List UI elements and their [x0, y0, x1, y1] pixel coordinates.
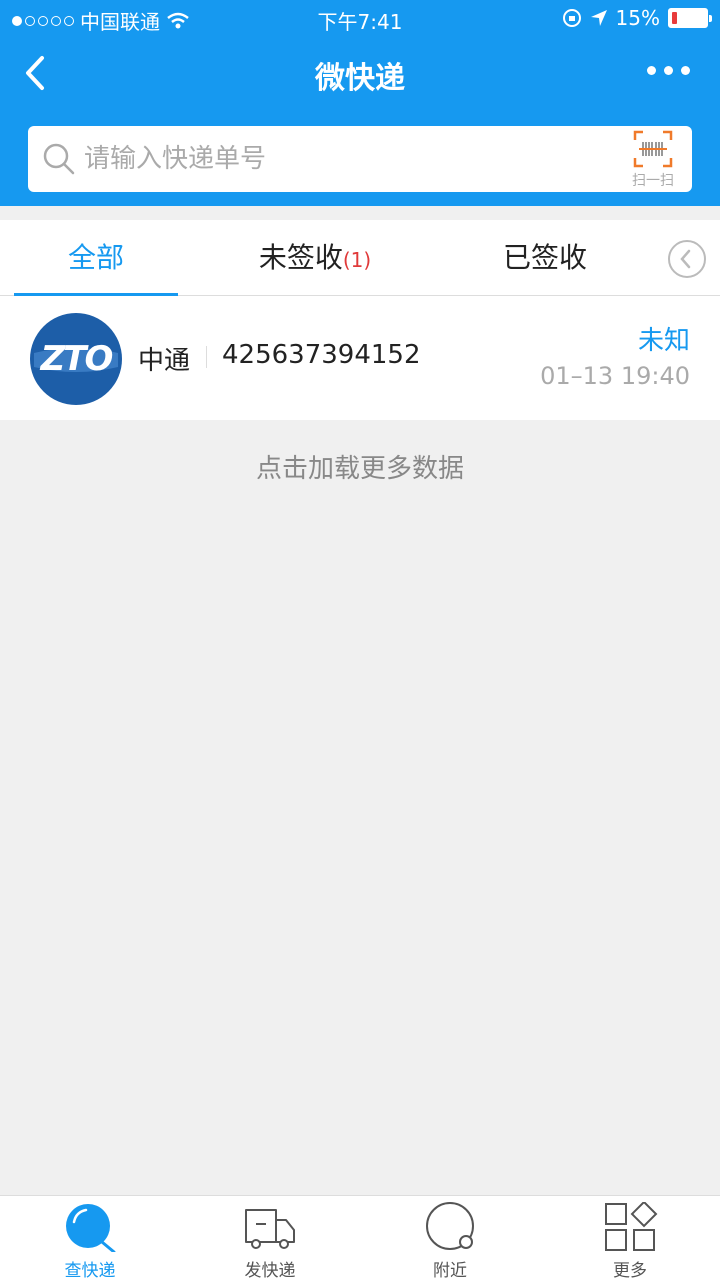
- load-more-button[interactable]: 点击加载更多数据: [0, 448, 720, 485]
- search-bar: 扫一扫: [28, 126, 692, 192]
- delivery-status: 未知: [637, 326, 690, 356]
- divider: [206, 346, 207, 368]
- unsigned-count-badge: (1): [342, 248, 372, 272]
- filter-tabs: 全部 未签收(1) 已签收: [0, 220, 720, 296]
- bottom-nav: 查快递 发快递 附近 更多: [0, 1195, 720, 1280]
- bottom-nav-label: 更多: [613, 1261, 647, 1280]
- battery-percent: 15%: [615, 6, 660, 30]
- bottom-nav-track[interactable]: 查快递: [0, 1196, 180, 1280]
- scan-label: 扫一扫: [632, 173, 674, 189]
- tab-all-label: 全部: [67, 241, 124, 274]
- bottom-nav-nearby[interactable]: 附近: [360, 1196, 540, 1280]
- tab-signed[interactable]: 已签收: [470, 220, 620, 296]
- bottom-nav-label: 发快递: [244, 1261, 296, 1280]
- location-icon: [590, 10, 607, 26]
- chevron-left-icon: [680, 249, 691, 269]
- search-icon: [43, 143, 75, 175]
- header: 中国联通 下午7:41 15% 微快递 请输入快递单号 扫一扫: [0, 0, 720, 206]
- tab-unsigned[interactable]: 未签收(1): [230, 220, 400, 296]
- bottom-nav-send[interactable]: 发快递: [180, 1196, 360, 1280]
- scan-button[interactable]: 扫一扫: [628, 130, 678, 189]
- item-timestamp: 01–13 19:40: [540, 362, 690, 390]
- grid-icon: [605, 1202, 658, 1251]
- bottom-nav-more[interactable]: 更多: [540, 1196, 720, 1280]
- rotation-lock-icon: [562, 9, 581, 27]
- tracking-number-input[interactable]: [84, 126, 604, 192]
- search-icon: [66, 1204, 116, 1252]
- list-item[interactable]: ZTO 中通 425637394152 未知 01–13 19:40: [0, 296, 720, 420]
- tab-signed-label: 已签收: [502, 241, 587, 274]
- courier-logo: ZTO: [30, 313, 122, 405]
- courier-name: 中通: [138, 346, 191, 376]
- courier-logo-text: ZTO: [40, 339, 114, 379]
- battery-icon: [668, 8, 712, 28]
- status-right: 15%: [562, 6, 712, 30]
- tab-all[interactable]: 全部: [14, 220, 178, 296]
- tabs-scroll-left-button[interactable]: [668, 240, 706, 278]
- page-title: 微快递: [315, 61, 405, 96]
- barcode-scan-icon: [633, 130, 673, 168]
- tracking-number: 425637394152: [222, 340, 421, 370]
- tab-unsigned-label: 未签收: [258, 241, 343, 274]
- truck-icon: [245, 1209, 295, 1249]
- nearby-icon: [426, 1202, 474, 1250]
- bottom-nav-label: 附近: [433, 1261, 467, 1280]
- status-bar: 中国联通 下午7:41 15%: [0, 0, 720, 36]
- bottom-nav-label: 查快递: [64, 1261, 116, 1280]
- navbar: 微快递: [0, 40, 720, 106]
- more-options-button[interactable]: [647, 66, 690, 75]
